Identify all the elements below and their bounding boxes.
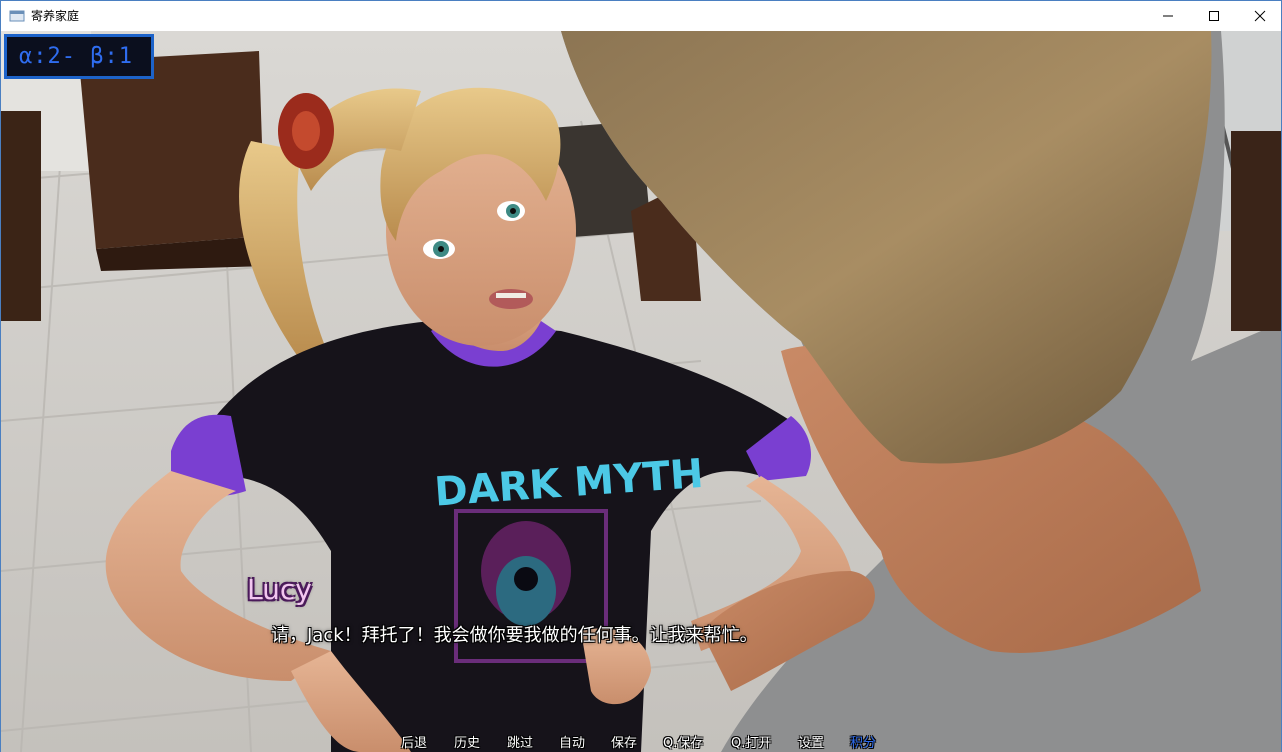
- qm-quicksave-button[interactable]: Q.保存: [663, 732, 703, 751]
- maximize-button[interactable]: [1191, 1, 1237, 31]
- window-title: 寄养家庭: [31, 9, 80, 23]
- qm-auto-button[interactable]: 自动: [559, 732, 585, 751]
- qm-save-button[interactable]: 保存: [611, 732, 637, 751]
- dialogue-text[interactable]: 请，Jack！拜托了！我会做你要我做的任何事。让我来帮忙。: [271, 621, 758, 647]
- game-viewport[interactable]: DARK MYTH α:2- β:1 Lucy 请，Jack！拜托了！我会做你要…: [1, 31, 1281, 752]
- stats-text: α:2- β:1: [19, 44, 133, 69]
- close-button[interactable]: [1237, 1, 1282, 31]
- close-icon: [1254, 10, 1266, 22]
- stats-display: α:2- β:1: [4, 34, 154, 79]
- qm-history-button[interactable]: 历史: [454, 732, 480, 751]
- qm-quickload-button[interactable]: Q.打开: [731, 732, 771, 751]
- app-icon: [9, 10, 25, 22]
- minimize-button[interactable]: [1145, 1, 1191, 31]
- maximize-icon: [1209, 11, 1219, 21]
- title-bar[interactable]: 寄养家庭: [1, 1, 1281, 31]
- game-window: 寄养家庭 DARK MYTH α:2- β:1 Lucy 请，Jack！拜托了！…: [0, 0, 1282, 752]
- speaker-name: Lucy: [247, 573, 312, 606]
- qm-settings-button[interactable]: 设置: [798, 732, 824, 751]
- qm-back-button[interactable]: 后退: [401, 732, 427, 751]
- qm-points-button[interactable]: 积分: [850, 732, 876, 751]
- quick-menu: 后退 历史 跳过 自动 保存 Q.保存 Q.打开 设置 积分: [1, 730, 1281, 752]
- minimize-icon: [1163, 15, 1173, 17]
- qm-skip-button[interactable]: 跳过: [507, 732, 533, 751]
